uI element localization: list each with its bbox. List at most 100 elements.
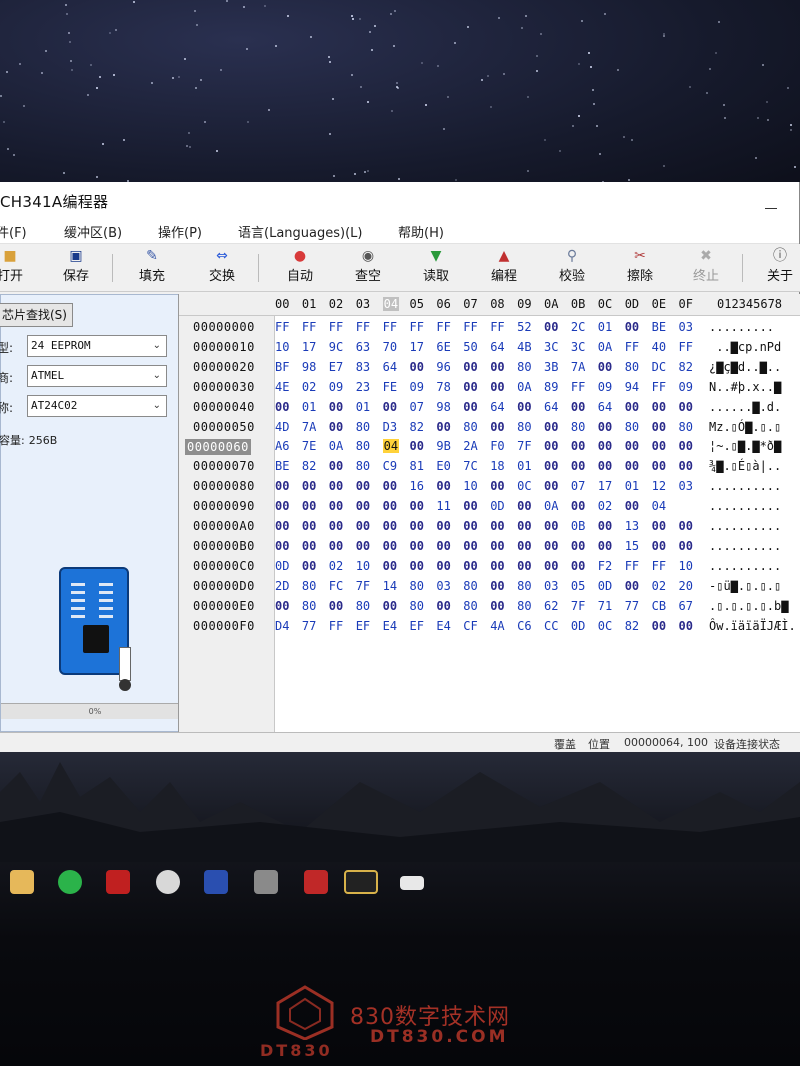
file-explorer-icon[interactable] bbox=[10, 870, 34, 894]
byte-cell[interactable]: FF bbox=[436, 320, 450, 334]
byte-cell[interactable]: E7 bbox=[329, 360, 343, 374]
byte-cell[interactable]: 00 bbox=[463, 499, 477, 513]
byte-cell[interactable]: 3B bbox=[544, 360, 558, 374]
byte-cell[interactable]: 09 bbox=[410, 380, 424, 394]
byte-cell[interactable]: 02 bbox=[302, 380, 316, 394]
byte-cell[interactable]: 7A bbox=[571, 360, 585, 374]
byte-cell[interactable]: 00 bbox=[410, 439, 424, 453]
byte-cell[interactable]: 00 bbox=[490, 360, 504, 374]
byte-cell[interactable]: 00 bbox=[329, 539, 343, 553]
byte-cell[interactable]: 0D bbox=[598, 579, 612, 593]
byte-cell[interactable]: 64 bbox=[490, 340, 504, 354]
byte-cell[interactable]: 00 bbox=[356, 519, 370, 533]
byte-cell[interactable]: 09 bbox=[679, 380, 693, 394]
byte-cell[interactable]: 00 bbox=[383, 539, 397, 553]
app-icon[interactable] bbox=[254, 870, 278, 894]
byte-cell[interactable]: 01 bbox=[598, 320, 612, 334]
byte-cell[interactable]: 00 bbox=[302, 499, 316, 513]
byte-cell[interactable]: 00 bbox=[329, 479, 343, 493]
byte-cell[interactable]: 00 bbox=[356, 539, 370, 553]
byte-cell[interactable]: 00 bbox=[436, 479, 450, 493]
byte-cell[interactable]: 64 bbox=[598, 400, 612, 414]
byte-cell[interactable]: 12 bbox=[652, 479, 666, 493]
byte-cell[interactable]: FF bbox=[571, 380, 585, 394]
byte-cell[interactable]: 00 bbox=[544, 420, 558, 434]
byte-cell[interactable]: 83 bbox=[356, 360, 370, 374]
byte-cell[interactable]: 63 bbox=[356, 340, 370, 354]
byte-cell[interactable]: 80 bbox=[410, 579, 424, 593]
byte-cell[interactable]: 81 bbox=[410, 459, 424, 473]
byte-cell[interactable]: 17 bbox=[598, 479, 612, 493]
byte-cell[interactable]: FF bbox=[356, 320, 370, 334]
byte-cell[interactable]: 98 bbox=[436, 400, 450, 414]
byte-cell[interactable]: 7A bbox=[302, 420, 316, 434]
ch341a-taskbar-icon[interactable] bbox=[344, 870, 378, 894]
byte-cell[interactable]: 00 bbox=[463, 400, 477, 414]
ascii-cell[interactable]: .......... bbox=[709, 499, 781, 513]
about-button[interactable]: ⓘ 关于 bbox=[752, 246, 800, 290]
type-select[interactable]: 24 EEPROM ⌄ bbox=[27, 335, 167, 357]
byte-cell[interactable]: 50 bbox=[463, 340, 477, 354]
byte-cell[interactable]: 00 bbox=[463, 360, 477, 374]
byte-cell[interactable]: 00 bbox=[436, 539, 450, 553]
byte-cell[interactable]: 00 bbox=[598, 420, 612, 434]
fill-button[interactable]: ✎ 填充 bbox=[124, 246, 180, 290]
byte-cell[interactable]: 80 bbox=[356, 439, 370, 453]
byte-cell[interactable]: 09 bbox=[598, 380, 612, 394]
byte-cell[interactable]: 01 bbox=[517, 459, 531, 473]
byte-cell[interactable]: 64 bbox=[544, 400, 558, 414]
byte-cell[interactable]: 00 bbox=[490, 579, 504, 593]
byte-cell[interactable]: 80 bbox=[356, 459, 370, 473]
byte-cell[interactable]: F2 bbox=[598, 559, 612, 573]
byte-cell[interactable]: 0A bbox=[517, 380, 531, 394]
byte-cell[interactable]: E4 bbox=[383, 619, 397, 633]
byte-cell[interactable]: 02 bbox=[598, 499, 612, 513]
byte-cell[interactable]: 00 bbox=[329, 420, 343, 434]
read-button[interactable]: ▼ 读取 bbox=[408, 246, 464, 290]
byte-cell[interactable]: DC bbox=[652, 360, 666, 374]
byte-cell[interactable]: 15 bbox=[625, 539, 639, 553]
byte-cell[interactable]: 00 bbox=[517, 539, 531, 553]
byte-cell[interactable]: 00 bbox=[625, 459, 639, 473]
swap-button[interactable]: ⇔ 交换 bbox=[194, 246, 250, 290]
app-icon[interactable] bbox=[204, 870, 228, 894]
byte-cell[interactable]: 00 bbox=[544, 439, 558, 453]
byte-cell[interactable]: FF bbox=[329, 320, 343, 334]
byte-cell[interactable]: 4A bbox=[490, 619, 504, 633]
byte-cell[interactable]: BF bbox=[275, 360, 289, 374]
byte-cell[interactable]: 7F bbox=[356, 579, 370, 593]
menu-file[interactable]: 件(F) bbox=[0, 222, 27, 241]
byte-cell[interactable]: 4B bbox=[517, 340, 531, 354]
byte-cell[interactable]: 00 bbox=[329, 599, 343, 613]
byte-cell[interactable]: 4E bbox=[275, 380, 289, 394]
byte-cell[interactable]: 3C bbox=[571, 340, 585, 354]
byte-cell[interactable]: 00 bbox=[383, 400, 397, 414]
byte-cell[interactable]: 80 bbox=[463, 579, 477, 593]
byte-cell[interactable]: 00 bbox=[679, 400, 693, 414]
byte-cell[interactable]: 00 bbox=[544, 479, 558, 493]
byte-cell[interactable]: 82 bbox=[302, 459, 316, 473]
byte-cell[interactable]: 17 bbox=[302, 340, 316, 354]
byte-cell[interactable]: 80 bbox=[625, 360, 639, 374]
byte-cell[interactable]: 00 bbox=[679, 539, 693, 553]
byte-cell[interactable]: 00 bbox=[652, 439, 666, 453]
menu-help[interactable]: 帮助(H) bbox=[398, 222, 444, 241]
byte-cell[interactable]: 00 bbox=[544, 559, 558, 573]
byte-cell[interactable]: 00 bbox=[544, 539, 558, 553]
byte-cell[interactable]: 00 bbox=[517, 559, 531, 573]
byte-cell[interactable]: 00 bbox=[383, 499, 397, 513]
byte-cell[interactable]: 00 bbox=[329, 519, 343, 533]
byte-cell[interactable]: 96 bbox=[436, 360, 450, 374]
byte-cell[interactable]: 00 bbox=[383, 519, 397, 533]
byte-cell[interactable]: 00 bbox=[652, 619, 666, 633]
byte-cell[interactable]: 00 bbox=[652, 459, 666, 473]
byte-cell[interactable]: 10 bbox=[679, 559, 693, 573]
byte-cell[interactable]: 4D bbox=[275, 420, 289, 434]
byte-cell[interactable]: 00 bbox=[436, 519, 450, 533]
byte-cell[interactable]: C6 bbox=[517, 619, 531, 633]
byte-cell[interactable]: 80 bbox=[571, 420, 585, 434]
byte-cell[interactable]: C9 bbox=[383, 459, 397, 473]
byte-cell[interactable]: 94 bbox=[625, 380, 639, 394]
byte-cell[interactable]: 11 bbox=[436, 499, 450, 513]
byte-cell[interactable]: 0C bbox=[517, 479, 531, 493]
